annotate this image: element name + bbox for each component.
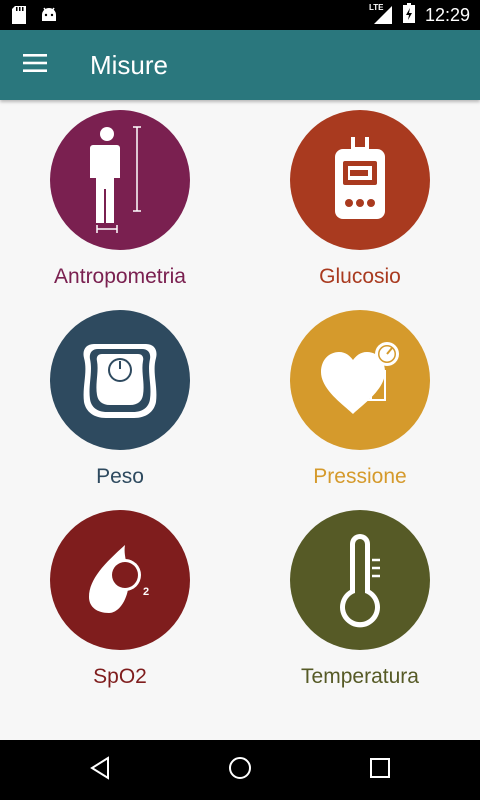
svg-text:2: 2 — [143, 586, 149, 598]
back-button[interactable] — [70, 750, 130, 790]
recents-button[interactable] — [350, 750, 410, 790]
measure-tile-glucosio[interactable]: Glucosio — [240, 100, 480, 300]
status-time: 12:29 — [424, 4, 470, 25]
status-bar: LTE 12:29 — [0, 0, 480, 30]
android-icon — [40, 6, 58, 29]
measure-tile-temperatura[interactable]: Temperatura — [240, 500, 480, 700]
recents-icon — [369, 757, 391, 784]
measures-grid: Antropometria Glucosio Peso Pressione 2 … — [0, 100, 480, 740]
blood-pressure-icon — [321, 342, 399, 414]
page-title: Misure — [90, 50, 169, 80]
measure-circle — [290, 310, 430, 450]
measure-tile-spo2[interactable]: 2 SpO2 — [0, 500, 240, 700]
measure-circle: 2 — [50, 510, 190, 650]
measure-label: Peso — [96, 465, 144, 488]
measure-label: SpO2 — [93, 665, 147, 688]
home-icon — [227, 755, 253, 786]
menu-icon — [23, 53, 47, 77]
lte-signal-icon: LTE — [369, 3, 393, 25]
measure-label: Antropometria — [54, 265, 186, 288]
measure-tile-pressione[interactable]: Pressione — [240, 300, 480, 500]
measure-label: Pressione — [313, 465, 407, 488]
oxygen-drop-icon: 2 — [89, 545, 149, 613]
menu-button[interactable] — [12, 42, 58, 88]
app-bar: Misure — [0, 30, 480, 100]
back-icon — [89, 755, 111, 785]
person-height-icon — [90, 126, 141, 233]
measure-circle — [50, 110, 190, 250]
measure-label: Glucosio — [319, 265, 401, 288]
measure-tile-peso[interactable]: Peso — [0, 300, 240, 500]
measure-tile-antropometria[interactable]: Antropometria — [0, 100, 240, 300]
measure-circle — [290, 110, 430, 250]
home-button[interactable] — [210, 750, 270, 790]
thermometer-icon — [340, 534, 380, 628]
measure-circle — [50, 310, 190, 450]
battery-icon — [402, 2, 415, 28]
scale-icon — [83, 344, 157, 418]
glucometer-icon — [335, 137, 385, 219]
measure-label: Temperatura — [301, 665, 419, 688]
measure-circle — [290, 510, 430, 650]
sd-card-icon — [12, 6, 26, 29]
system-nav-bar — [0, 740, 480, 800]
